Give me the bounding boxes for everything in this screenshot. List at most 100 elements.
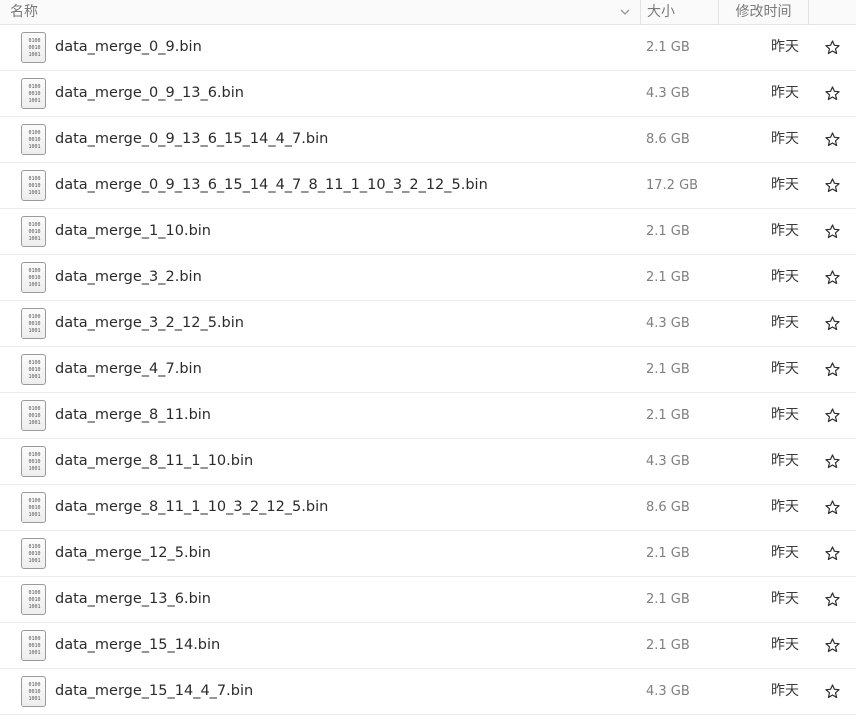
- column-header-modified[interactable]: 修改时间: [718, 0, 808, 25]
- binary-glyph-line: 0010: [28, 137, 41, 143]
- file-row[interactable]: 0100 0010 1001 data_merge_8_11_1_10_3_2_…: [0, 485, 856, 531]
- file-row[interactable]: 0100 0010 1001 data_merge_8_11_1_10.bin …: [0, 439, 856, 485]
- star-icon[interactable]: [824, 591, 841, 608]
- binary-glyph-line: 1001: [28, 420, 41, 426]
- column-header-name-label: 名称: [10, 4, 38, 20]
- binary-file-icon: 0100 0010 1001: [21, 584, 46, 615]
- binary-glyph-line: 1001: [28, 144, 41, 150]
- binary-file-icon: 0100 0010 1001: [21, 676, 46, 707]
- binary-glyph-line: 0010: [28, 229, 41, 235]
- file-row[interactable]: 0100 0010 1001 data_merge_13_6.bin 2.1 G…: [0, 577, 856, 623]
- star-icon[interactable]: [824, 361, 841, 378]
- binary-file-icon: 0100 0010 1001: [21, 78, 46, 109]
- binary-file-icon: 0100 0010 1001: [21, 538, 46, 569]
- binary-glyph-line: 0100: [28, 452, 41, 458]
- file-row[interactable]: 0100 0010 1001 data_merge_8_11.bin 2.1 G…: [0, 393, 856, 439]
- star-icon[interactable]: [824, 177, 841, 194]
- binary-glyph-line: 0100: [28, 314, 41, 320]
- file-size: 2.1 GB: [646, 546, 690, 561]
- column-header-name[interactable]: 名称: [0, 0, 640, 25]
- binary-glyph-line: 1001: [28, 52, 41, 58]
- file-name: data_merge_0_9_13_6_15_14_4_7.bin: [55, 131, 329, 147]
- binary-glyph-line: 0100: [28, 636, 41, 642]
- binary-file-icon: 0100 0010 1001: [21, 262, 46, 293]
- file-size: 8.6 GB: [646, 500, 690, 515]
- binary-glyph-line: 0010: [28, 643, 41, 649]
- binary-glyph-line: 0100: [28, 176, 41, 182]
- file-name: data_merge_12_5.bin: [55, 545, 211, 561]
- binary-glyph-line: 0100: [28, 544, 41, 550]
- file-name: data_merge_8_11_1_10_3_2_12_5.bin: [55, 499, 329, 515]
- file-modified: 昨天: [771, 269, 799, 285]
- binary-glyph-line: 0010: [28, 275, 41, 281]
- star-icon[interactable]: [824, 683, 841, 700]
- binary-glyph-line: 0010: [28, 45, 41, 51]
- file-modified: 昨天: [771, 499, 799, 515]
- file-row[interactable]: 0100 0010 1001 data_merge_0_9_13_6.bin 4…: [0, 71, 856, 117]
- file-name: data_merge_8_11.bin: [55, 407, 211, 423]
- star-icon[interactable]: [824, 407, 841, 424]
- file-row[interactable]: 0100 0010 1001 data_merge_15_14.bin 2.1 …: [0, 623, 856, 669]
- binary-file-icon: 0100 0010 1001: [21, 124, 46, 155]
- file-modified: 昨天: [771, 453, 799, 469]
- file-modified: 昨天: [771, 39, 799, 55]
- file-row[interactable]: 0100 0010 1001 data_merge_3_2_12_5.bin 4…: [0, 301, 856, 347]
- binary-glyph-line: 0010: [28, 597, 41, 603]
- file-size: 4.3 GB: [646, 454, 690, 469]
- star-icon[interactable]: [824, 39, 841, 56]
- file-modified: 昨天: [771, 177, 799, 193]
- file-row[interactable]: 0100 0010 1001 data_merge_0_9_13_6_15_14…: [0, 117, 856, 163]
- file-modified: 昨天: [771, 683, 799, 699]
- column-header-size[interactable]: 大小: [640, 0, 718, 25]
- file-row[interactable]: 0100 0010 1001 data_merge_0_9.bin 2.1 GB…: [0, 25, 856, 71]
- file-modified: 昨天: [771, 315, 799, 331]
- star-icon[interactable]: [824, 131, 841, 148]
- binary-file-icon: 0100 0010 1001: [21, 446, 46, 477]
- binary-file-icon: 0100 0010 1001: [21, 630, 46, 661]
- binary-glyph-line: 1001: [28, 282, 41, 288]
- star-icon[interactable]: [824, 85, 841, 102]
- file-modified: 昨天: [771, 637, 799, 653]
- file-size: 4.3 GB: [646, 86, 690, 101]
- file-name: data_merge_4_7.bin: [55, 361, 202, 377]
- file-name: data_merge_1_10.bin: [55, 223, 211, 239]
- file-row[interactable]: 0100 0010 1001 data_merge_1_10.bin 2.1 G…: [0, 209, 856, 255]
- binary-glyph-line: 1001: [28, 512, 41, 518]
- binary-glyph-line: 0100: [28, 84, 41, 90]
- binary-file-icon: 0100 0010 1001: [21, 32, 46, 63]
- binary-file-icon: 0100 0010 1001: [21, 216, 46, 247]
- file-name: data_merge_0_9_13_6_15_14_4_7_8_11_1_10_…: [55, 177, 488, 193]
- binary-glyph-line: 0100: [28, 590, 41, 596]
- file-row[interactable]: 0100 0010 1001 data_merge_4_7.bin 2.1 GB…: [0, 347, 856, 393]
- star-icon[interactable]: [824, 545, 841, 562]
- file-row[interactable]: 0100 0010 1001 data_merge_0_9_13_6_15_14…: [0, 163, 856, 209]
- file-size: 8.6 GB: [646, 132, 690, 147]
- file-modified: 昨天: [771, 591, 799, 607]
- file-row[interactable]: 0100 0010 1001 data_merge_12_5.bin 2.1 G…: [0, 531, 856, 577]
- file-size: 2.1 GB: [646, 408, 690, 423]
- binary-glyph-line: 1001: [28, 466, 41, 472]
- file-name: data_merge_3_2.bin: [55, 269, 202, 285]
- binary-glyph-line: 1001: [28, 374, 41, 380]
- binary-glyph-line: 0010: [28, 91, 41, 97]
- file-size: 4.3 GB: [646, 684, 690, 699]
- binary-glyph-line: 0010: [28, 689, 41, 695]
- star-icon[interactable]: [824, 499, 841, 516]
- binary-glyph-line: 1001: [28, 190, 41, 196]
- file-size: 2.1 GB: [646, 270, 690, 285]
- binary-glyph-line: 0010: [28, 321, 41, 327]
- file-list: 0100 0010 1001 data_merge_0_9.bin 2.1 GB…: [0, 25, 856, 715]
- binary-glyph-line: 0100: [28, 38, 41, 44]
- star-icon[interactable]: [824, 315, 841, 332]
- star-icon[interactable]: [824, 453, 841, 470]
- binary-glyph-line: 1001: [28, 236, 41, 242]
- star-icon[interactable]: [824, 269, 841, 286]
- binary-glyph-line: 0100: [28, 682, 41, 688]
- file-size: 2.1 GB: [646, 224, 690, 239]
- chevron-down-icon[interactable]: [618, 5, 632, 19]
- file-row[interactable]: 0100 0010 1001 data_merge_15_14_4_7.bin …: [0, 669, 856, 715]
- star-icon[interactable]: [824, 223, 841, 240]
- star-icon[interactable]: [824, 637, 841, 654]
- file-row[interactable]: 0100 0010 1001 data_merge_3_2.bin 2.1 GB…: [0, 255, 856, 301]
- binary-glyph-line: 0010: [28, 551, 41, 557]
